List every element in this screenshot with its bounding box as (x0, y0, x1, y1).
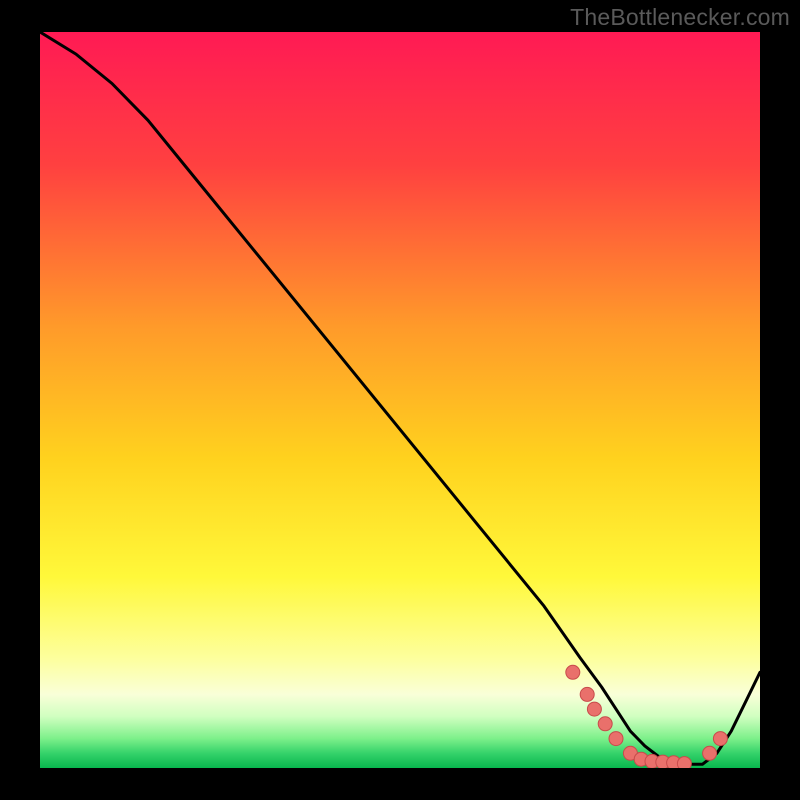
gradient-heat-background (40, 32, 760, 768)
watermark-text: TheBottlenecker.com (570, 4, 790, 31)
data-marker (587, 702, 601, 716)
data-marker (580, 687, 594, 701)
chart-svg (40, 32, 760, 768)
chart-plot-area (40, 32, 760, 768)
data-marker (713, 732, 727, 746)
data-marker (703, 746, 717, 760)
chart-frame: TheBottlenecker.com (0, 0, 800, 800)
data-marker (609, 732, 623, 746)
data-marker (566, 665, 580, 679)
data-marker (598, 717, 612, 731)
data-marker (677, 757, 691, 768)
